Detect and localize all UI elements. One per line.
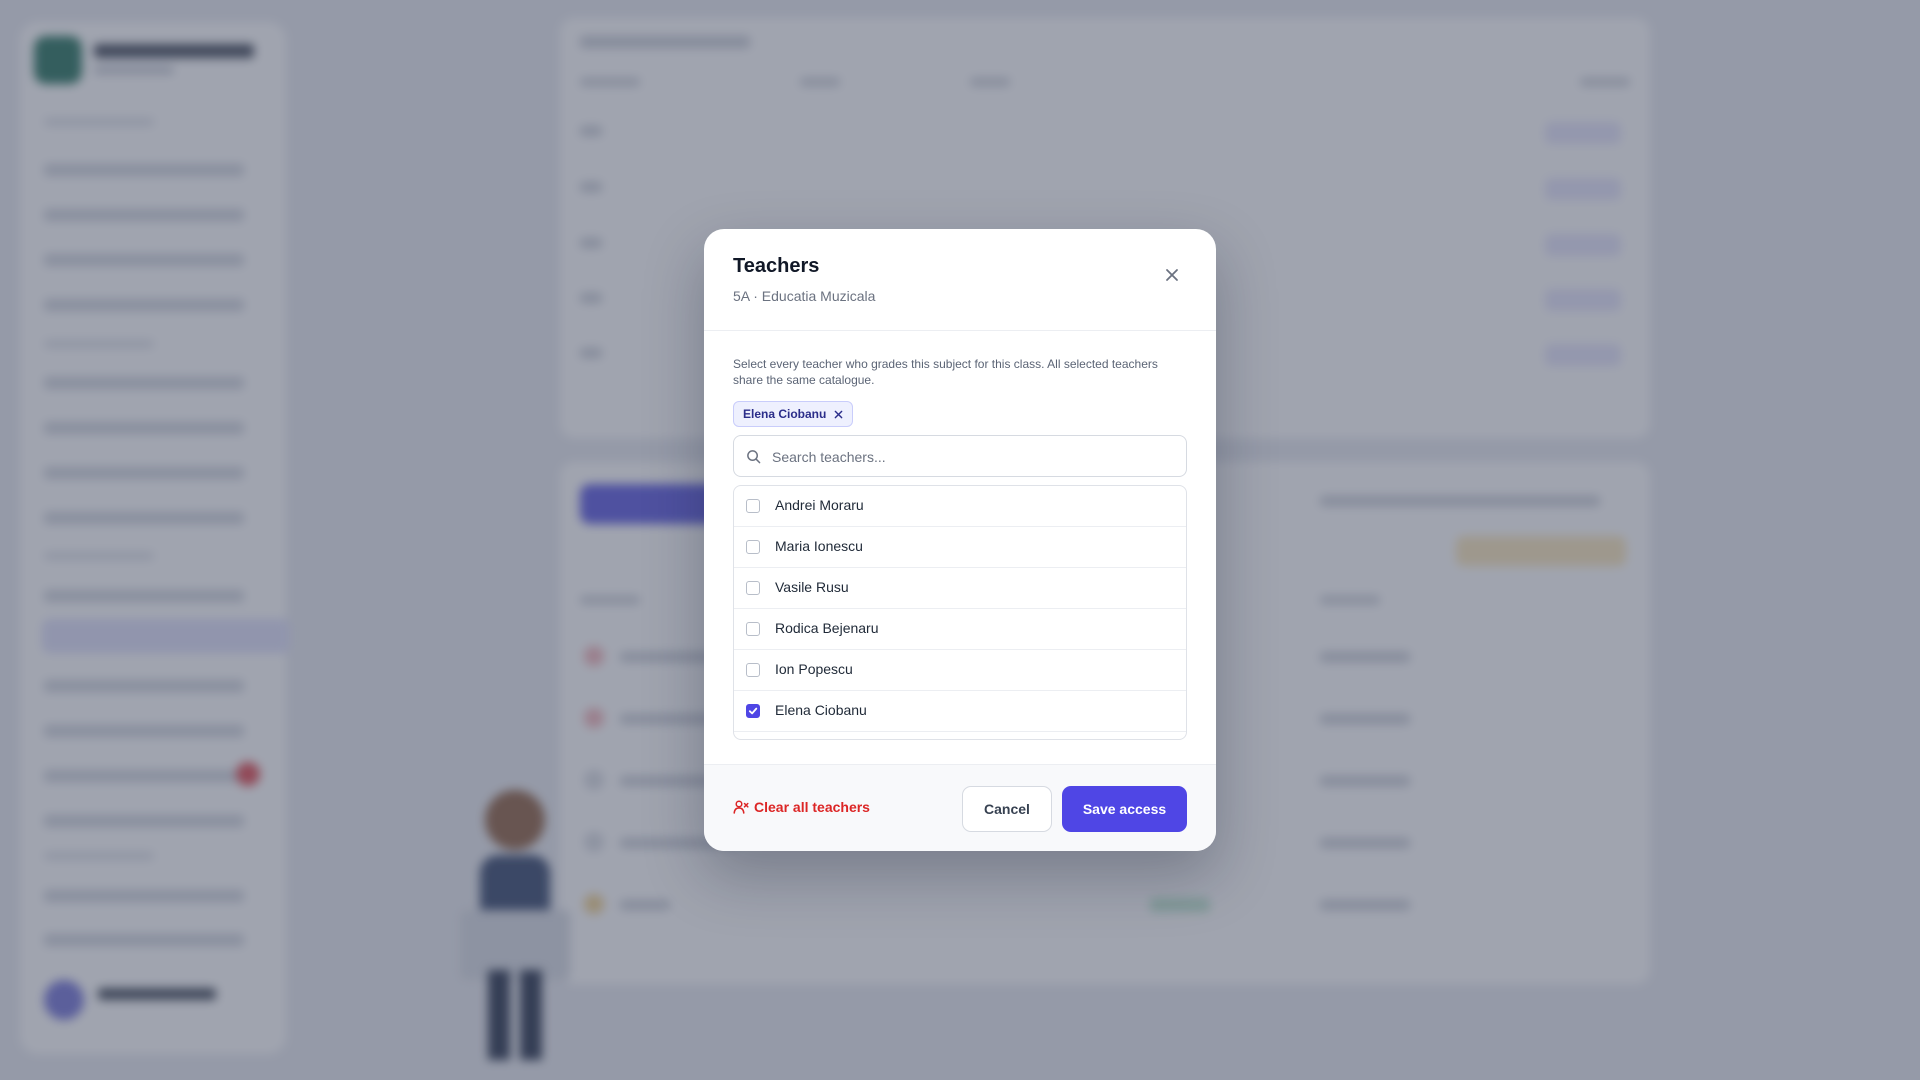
teacher-checkbox[interactable] <box>746 622 760 636</box>
teacher-checkbox[interactable] <box>746 581 760 595</box>
teacher-checkbox[interactable] <box>746 663 760 677</box>
check-icon <box>748 707 758 715</box>
cancel-button[interactable]: Cancel <box>962 786 1052 832</box>
teacher-option[interactable]: Andrei Moraru <box>734 486 1186 527</box>
clear-all-label: Clear all teachers <box>754 799 870 815</box>
chip-label: Elena Ciobanu <box>743 407 827 421</box>
teacher-checkbox[interactable] <box>746 704 760 718</box>
teacher-list: Andrei Moraru Maria Ionescu Vasile Rusu … <box>733 485 1187 740</box>
teachers-modal: Teachers 5A · Educatia Muzicala Select e… <box>704 229 1216 851</box>
selected-teacher-chip: Elena Ciobanu <box>733 401 854 427</box>
clear-all-teachers-button[interactable]: Clear all teachers <box>733 799 870 815</box>
teacher-option[interactable]: Vasile Rusu <box>734 568 1186 609</box>
search-teachers-input[interactable] <box>770 436 1174 478</box>
chip-remove-button[interactable] <box>834 410 843 419</box>
user-x-icon <box>733 800 749 814</box>
teacher-option[interactable]: Ion Popescu <box>734 650 1186 691</box>
teacher-option[interactable]: Maria Ionescu <box>734 527 1186 568</box>
teacher-checkbox[interactable] <box>746 499 760 513</box>
close-icon <box>1166 269 1178 281</box>
teacher-name: Ion Popescu <box>775 661 853 677</box>
teacher-option[interactable]: Rodica Bejenaru <box>734 609 1186 650</box>
x-icon <box>834 410 843 418</box>
teacher-name: Andrei Moraru <box>775 497 864 513</box>
modal-subtitle: 5A · Educatia Muzicala <box>733 288 876 304</box>
modal-header: Teachers 5A · Educatia Muzicala <box>704 229 1216 331</box>
modal-title: Teachers <box>733 255 820 277</box>
close-button[interactable] <box>1158 261 1186 289</box>
teacher-name: Vasile Rusu <box>775 579 849 595</box>
modal-footer: Clear all teachers Cancel Save access <box>704 764 1216 851</box>
search-box <box>733 435 1187 478</box>
search-icon <box>747 450 761 464</box>
save-access-button[interactable]: Save access <box>1062 786 1187 832</box>
teacher-name: Rodica Bejenaru <box>775 620 879 636</box>
teacher-name: Maria Ionescu <box>775 538 863 554</box>
teacher-checkbox[interactable] <box>746 540 760 554</box>
teacher-name: Elena Ciobanu <box>775 702 867 718</box>
modal-description: Select every teacher who grades this sub… <box>733 357 1158 387</box>
teacher-option[interactable]: Elena Ciobanu <box>734 691 1186 732</box>
